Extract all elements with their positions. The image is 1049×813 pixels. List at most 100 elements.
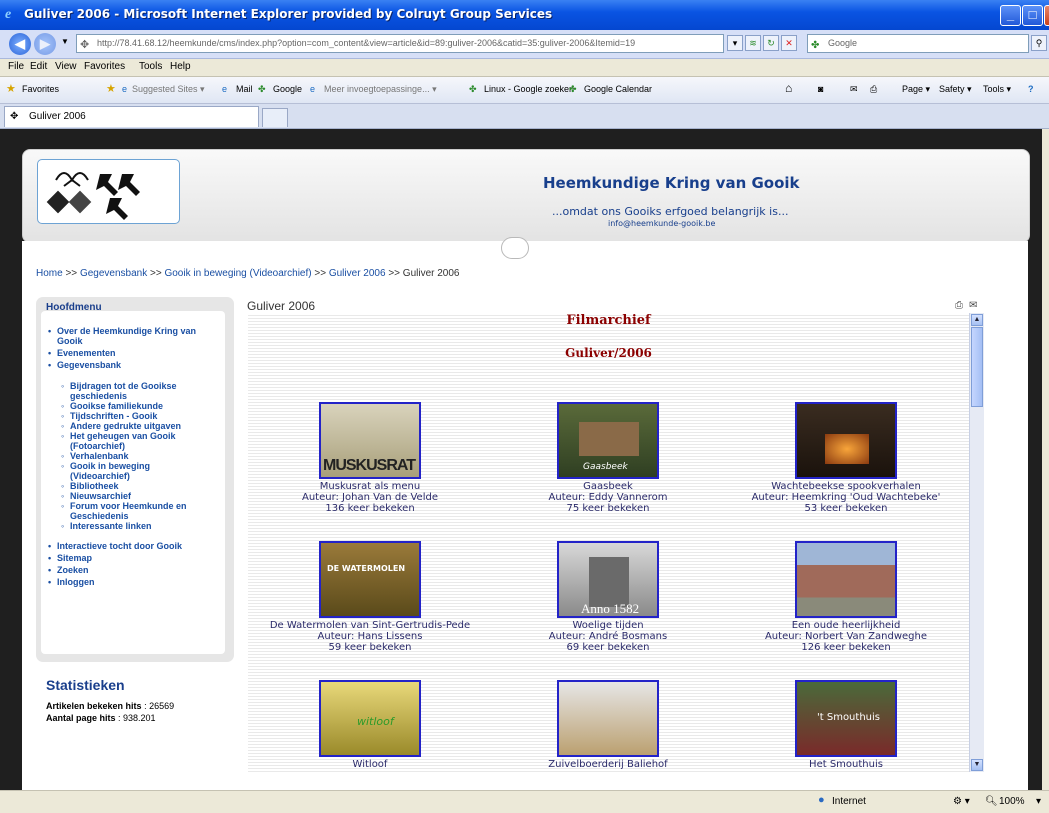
email-icon[interactable]: ✉ — [969, 300, 977, 311]
video-item[interactable]: Een oude heerlijkheid Auteur: Norbert Va… — [726, 541, 966, 653]
video-item[interactable]: 't Smouthuis Het Smouthuis — [726, 680, 966, 770]
menu-favorites[interactable]: Favorites — [84, 61, 125, 72]
video-item[interactable]: Wachtebeekse spookverhalen Auteur: Heemk… — [726, 402, 966, 514]
menu-view[interactable]: View — [55, 61, 77, 72]
fav-mail[interactable]: Mail — [236, 84, 253, 94]
submenu-nieuwsarchief[interactable]: ◦ Nieuwsarchief — [61, 491, 131, 501]
submenu-gooik-in-beweging[interactable]: ◦ Gooik in beweging — [61, 461, 150, 471]
menu-file[interactable]: File — [8, 61, 24, 72]
minimize-button[interactable]: _ — [1000, 5, 1021, 26]
safety-menu[interactable]: Safety ▾ — [939, 84, 972, 95]
new-tab-button[interactable] — [262, 108, 288, 127]
submenu-tijdschriften[interactable]: ◦ Tijdschriften - Gooik — [61, 411, 157, 421]
video-item[interactable]: Anno 1582 Woelige tijden Auteur: André B… — [488, 541, 728, 653]
site-email[interactable]: info@heemkunde-gooik.be — [608, 219, 715, 228]
frame-scrollbar[interactable]: ▲ ▼ — [969, 313, 984, 772]
menu-item-evenementen[interactable]: • Evenementen — [48, 348, 116, 358]
video-thumbnail[interactable] — [795, 402, 897, 479]
compatibility-icon[interactable]: ≋ — [745, 35, 761, 51]
submenu-andere-uitgaven[interactable]: ◦ Andere gedrukte uitgaven — [61, 421, 181, 431]
video-item[interactable]: Zuivelboerderij Baliehof — [488, 680, 728, 770]
breadcrumb-home[interactable]: Home — [36, 268, 63, 279]
tools-menu[interactable]: Tools ▾ — [983, 84, 1011, 95]
page-scrollbar[interactable] — [1042, 129, 1049, 790]
video-item[interactable]: witloof Witloof — [250, 680, 490, 770]
breadcrumb-gegevensbank[interactable]: Gegevensbank — [80, 268, 147, 279]
tab-guliver-2006[interactable]: ✥ Guliver 2006 — [4, 106, 259, 127]
video-thumbnail[interactable]: Gaasbeek — [557, 402, 659, 479]
search-button[interactable]: ⚲ — [1031, 35, 1047, 51]
menu-item-gegevensbank[interactable]: • Gegevensbank — [48, 360, 121, 370]
fav-google-calendar[interactable]: Google Calendar — [584, 84, 652, 94]
video-thumbnail[interactable]: Anno 1582 — [557, 541, 659, 618]
add-favorite-icon[interactable]: ★ — [106, 82, 116, 95]
scroll-up-button[interactable]: ▲ — [971, 314, 983, 326]
scroll-down-button[interactable]: ▼ — [971, 759, 983, 771]
breadcrumb-gooik-in-beweging[interactable]: Gooik in beweging (Videoarchief) — [164, 268, 311, 279]
submenu-bibliotheek[interactable]: ◦ Bibliotheek — [61, 481, 119, 491]
protected-mode-icon[interactable]: ⚙ ▾ — [953, 796, 970, 807]
close-button[interactable]: × — [1044, 5, 1049, 26]
video-thumbnail[interactable]: MUSKUSRAT — [319, 402, 421, 479]
video-thumbnail[interactable]: witloof — [319, 680, 421, 757]
menu-item-over[interactable]: • Over de Heemkundige Kring van — [48, 326, 196, 336]
submenu-geheugen-cont[interactable]: (Fotoarchief) — [70, 441, 125, 451]
fav-linux-google-zoeken[interactable]: Linux - Google zoeken — [484, 84, 574, 94]
refresh-button[interactable]: ↻ — [763, 35, 779, 51]
submenu-forum[interactable]: ◦ Forum voor Heemkunde en — [61, 501, 187, 511]
site-logo[interactable] — [37, 159, 180, 224]
zoom-icon[interactable]: 🔍︎ — [985, 796, 998, 807]
submenu-geheugen[interactable]: ◦ Het geheugen van Gooik — [61, 431, 176, 441]
window-title-bar[interactable]: e Guliver 2006 - Microsoft Internet Expl… — [0, 0, 1049, 30]
fav-google[interactable]: Google — [273, 84, 302, 94]
header-toggle-knob[interactable] — [501, 237, 529, 259]
video-item[interactable]: MUSKUSRAT Muskusrat als menu Auteur: Joh… — [250, 402, 490, 514]
menu-edit[interactable]: Edit — [30, 61, 47, 72]
scroll-thumb[interactable] — [971, 327, 983, 407]
print-icon[interactable]: ⎙ — [870, 84, 877, 95]
feeds-icon[interactable]: ◙ — [818, 84, 823, 94]
site-favicon-icon: ✥ — [10, 111, 19, 122]
menu-item-interactieve-tocht[interactable]: • Interactieve tocht door Gooik — [48, 541, 182, 551]
fav-suggested-sites[interactable]: Suggested Sites ▾ — [132, 84, 205, 95]
breadcrumb-guliver-2006[interactable]: Guliver 2006 — [329, 268, 386, 279]
page-menu[interactable]: Page ▾ — [902, 84, 930, 95]
submenu-gooik-in-beweging-cont[interactable]: (Videoarchief) — [70, 471, 130, 481]
read-mail-icon[interactable]: ✉ — [850, 84, 858, 95]
maximize-button[interactable]: □ — [1022, 5, 1043, 26]
video-thumbnail[interactable] — [557, 680, 659, 757]
zoom-level[interactable]: 100% — [999, 796, 1025, 807]
video-item[interactable]: Gaasbeek Gaasbeek Auteur: Eddy Vannerom … — [488, 402, 728, 514]
submenu-bijdragen-cont[interactable]: geschiedenis — [70, 391, 127, 401]
submenu-interessante-linken[interactable]: ◦ Interessante linken — [61, 521, 152, 531]
menu-tools[interactable]: Tools — [139, 61, 162, 72]
help-icon[interactable]: ? — [1028, 84, 1034, 94]
history-dropdown-icon[interactable]: ▼ — [61, 37, 69, 46]
fav-meer-invoegtoepassingen[interactable]: Meer invoegtoepassinge... ▾ — [324, 84, 437, 95]
favorites-button[interactable]: Favorites — [22, 84, 59, 94]
google-icon: ✤ — [258, 84, 266, 94]
video-thumbnail[interactable]: DE WATERMOLEN — [319, 541, 421, 618]
menu-item-over-cont[interactable]: Gooik — [57, 336, 83, 346]
video-thumbnail[interactable] — [795, 541, 897, 618]
submenu-bijdragen[interactable]: ◦ Bijdragen tot de Gooikse — [61, 381, 177, 391]
google-icon: ✤ — [569, 84, 577, 94]
address-input[interactable]: ✥ http://78.41.68.12/heemkunde/cms/index… — [76, 34, 724, 53]
search-input[interactable]: ✤ Google — [807, 34, 1029, 53]
menu-help[interactable]: Help — [170, 61, 191, 72]
back-button[interactable]: ◀ — [9, 33, 31, 55]
submenu-verhalenbank[interactable]: ◦ Verhalenbank — [61, 451, 129, 461]
home-icon[interactable]: ⌂ — [785, 81, 792, 95]
video-item[interactable]: DE WATERMOLEN De Watermolen van Sint-Ger… — [250, 541, 490, 653]
menu-item-zoeken[interactable]: • Zoeken — [48, 565, 89, 575]
print-icon[interactable]: ⎙ — [955, 300, 963, 311]
forward-button[interactable]: ▶ — [34, 33, 56, 55]
stop-button[interactable]: ✕ — [781, 35, 797, 51]
zoom-dropdown-icon[interactable]: ▾ — [1036, 796, 1041, 807]
submenu-forum-cont[interactable]: Geschiedenis — [70, 511, 129, 521]
address-dropdown-button[interactable]: ▾ — [727, 35, 743, 51]
submenu-familiekunde[interactable]: ◦ Gooikse familiekunde — [61, 401, 163, 411]
menu-item-inloggen[interactable]: • Inloggen — [48, 577, 95, 587]
video-thumbnail[interactable]: 't Smouthuis — [795, 680, 897, 757]
menu-item-sitemap[interactable]: • Sitemap — [48, 553, 92, 563]
